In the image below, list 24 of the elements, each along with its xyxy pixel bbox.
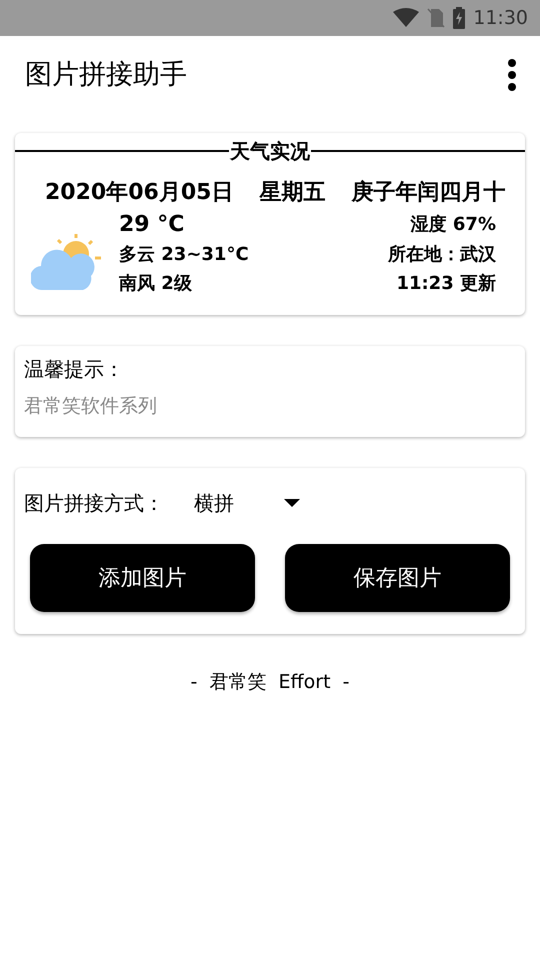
app-title: 图片拼接助手 [25, 58, 187, 92]
status-time: 11:30 [473, 6, 528, 31]
stitch-mode-dropdown[interactable]: 横拼 [194, 488, 300, 518]
more-menu-icon[interactable] [508, 59, 516, 91]
temperature-text: 29 °C [119, 211, 186, 239]
stitch-mode-label: 图片拼接方式： [24, 490, 164, 517]
wind-text: 南风 2级 [119, 272, 193, 296]
battery-icon [453, 7, 466, 29]
no-sim-icon [427, 8, 446, 28]
date-text: 2020年06月05日 [45, 179, 234, 207]
humidity-text: 湿度 67% [410, 213, 496, 237]
tip-text: 君常笑软件系列 [24, 394, 157, 418]
footer-text: - 君常笑 Effort - [190, 670, 350, 695]
location-text: 所在地：武汉 [388, 243, 496, 267]
weather-title: 天气实况 [229, 138, 311, 165]
add-image-button[interactable]: 添加图片 [30, 544, 255, 612]
weekday-text: 星期五 [259, 179, 326, 207]
tip-title: 温馨提示： [24, 356, 124, 382]
wifi-icon [393, 8, 420, 28]
dropdown-caret-icon [284, 499, 300, 507]
update-time-text: 11:23 更新 [396, 272, 496, 296]
lunar-date-text: 庚子年闰四月十 [351, 178, 506, 207]
condition-text: 多云 23~31°C [119, 243, 249, 267]
save-image-button[interactable]: 保存图片 [285, 544, 510, 612]
